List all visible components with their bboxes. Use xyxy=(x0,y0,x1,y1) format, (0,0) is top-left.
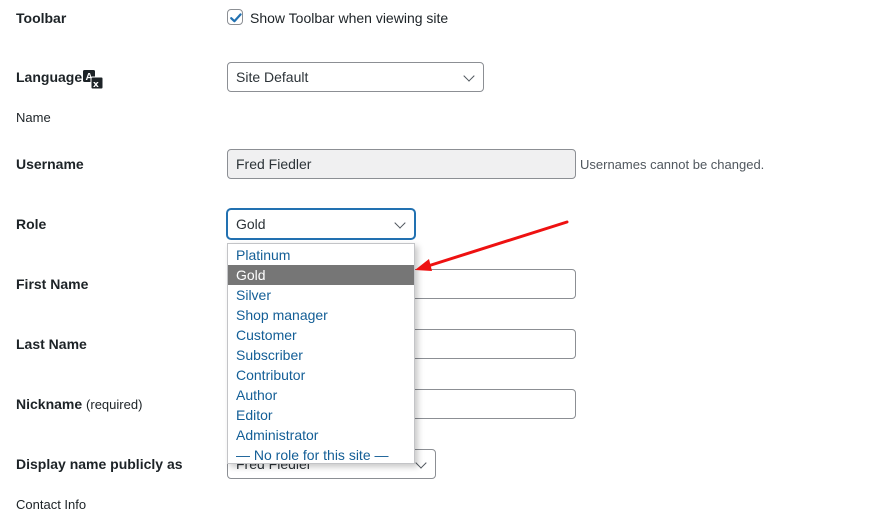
svg-text:x: x xyxy=(93,80,99,89)
nickname-label-text: Nickname xyxy=(16,396,83,412)
language-select[interactable]: Site Default xyxy=(227,62,484,92)
nickname-label: Nickname (required) xyxy=(16,396,142,412)
language-label: Language xyxy=(16,69,83,85)
role-option-editor[interactable]: Editor xyxy=(228,405,414,425)
role-option-author[interactable]: Author xyxy=(228,385,414,405)
role-option-contributor[interactable]: Contributor xyxy=(228,365,414,385)
role-select[interactable]: Gold xyxy=(227,209,415,239)
role-option-platinum[interactable]: Platinum xyxy=(228,245,414,265)
translate-icon: A x xyxy=(83,70,103,89)
chevron-down-icon xyxy=(394,217,406,229)
chevron-down-icon xyxy=(415,457,427,469)
username-value: Fred Fiedler xyxy=(236,156,312,172)
name-section-heading: Name xyxy=(16,110,51,125)
role-option-customer[interactable]: Customer xyxy=(228,325,414,345)
language-select-value: Site Default xyxy=(236,69,309,85)
role-dropdown-list[interactable]: Platinum Gold Silver Shop manager Custom… xyxy=(227,243,415,464)
role-option-subscriber[interactable]: Subscriber xyxy=(228,345,414,365)
role-option-no-role[interactable]: — No role for this site — xyxy=(228,445,414,465)
show-toolbar-checkbox[interactable] xyxy=(227,9,243,25)
contact-info-heading: Contact Info xyxy=(16,497,87,512)
role-option-gold[interactable]: Gold xyxy=(228,265,414,285)
username-description: Usernames cannot be changed. xyxy=(580,157,765,172)
chevron-down-icon xyxy=(463,70,475,82)
username-input: Fred Fiedler xyxy=(227,149,576,179)
last-name-label: Last Name xyxy=(16,336,87,352)
display-name-label: Display name publicly as xyxy=(16,456,183,472)
nickname-required-note: (required) xyxy=(86,397,143,412)
role-select-value: Gold xyxy=(236,216,266,232)
role-label: Role xyxy=(16,216,47,232)
show-toolbar-label[interactable]: Show Toolbar when viewing site xyxy=(250,10,448,26)
role-option-shop-manager[interactable]: Shop manager xyxy=(228,305,414,325)
role-option-administrator[interactable]: Administrator xyxy=(228,425,414,445)
toolbar-label: Toolbar xyxy=(16,10,67,26)
first-name-label: First Name xyxy=(16,276,89,292)
username-label: Username xyxy=(16,156,84,172)
arrow-shaft xyxy=(426,220,569,268)
role-option-silver[interactable]: Silver xyxy=(228,285,414,305)
checkmark-icon xyxy=(230,13,242,23)
